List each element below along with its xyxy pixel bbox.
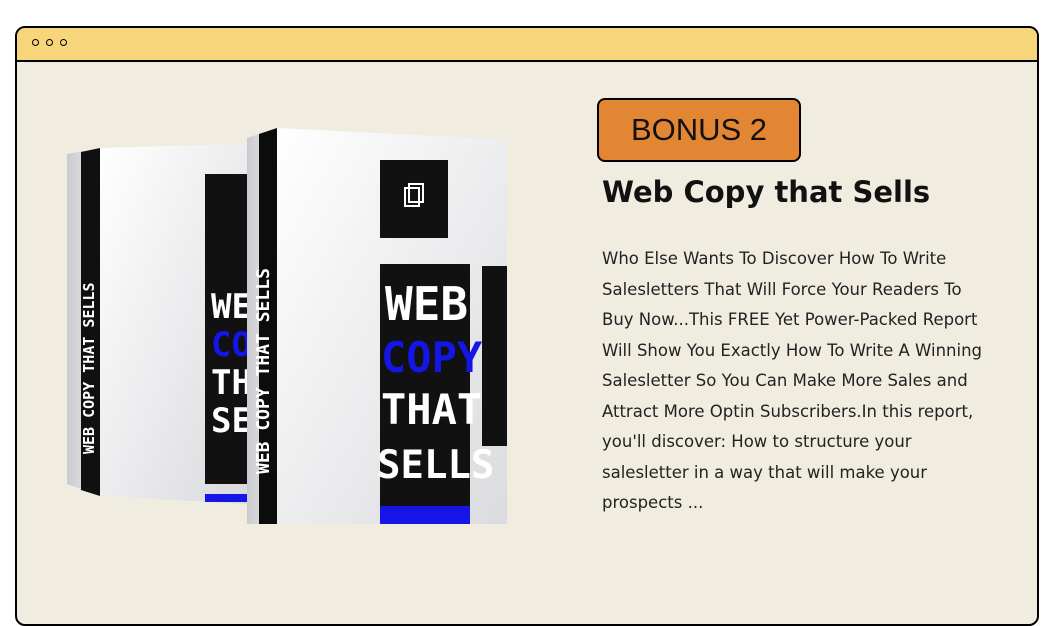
window-titlebar (17, 28, 1037, 62)
back-box: WE CO TH SE WEB COPY THAT SELLS (67, 144, 252, 504)
bonus-badge: BONUS 2 (597, 98, 801, 162)
product-box-image: WE CO TH SE WEB COPY THAT SELLS WEB COPY… (67, 128, 507, 524)
svg-text:WE: WE (211, 287, 252, 327)
svg-text:COPY: COPY (381, 333, 483, 382)
bonus-description: Who Else Wants To Discover How To Write … (602, 249, 982, 512)
window-dot-icon (32, 39, 39, 46)
svg-text:WEB: WEB (385, 277, 468, 331)
svg-text:THAT: THAT (381, 385, 482, 434)
back-spine-text: WEB COPY THAT SELLS (80, 282, 98, 454)
browser-window-mockup: WE CO TH SE WEB COPY THAT SELLS WEB COPY… (15, 26, 1039, 626)
svg-text:CO: CO (211, 325, 252, 365)
bonus-title: Web Copy that Sells (602, 175, 931, 209)
window-dot-icon (60, 39, 67, 46)
front-box: WEB COPY THAT SELLS WEB COPY THAT SELLS (247, 128, 507, 524)
svg-text:TH: TH (211, 363, 252, 403)
svg-text:SE: SE (211, 401, 252, 441)
window-dot-icon (46, 39, 53, 46)
svg-text:SELLS: SELLS (377, 443, 494, 488)
front-spine-text: WEB COPY THAT SELLS (253, 268, 274, 474)
